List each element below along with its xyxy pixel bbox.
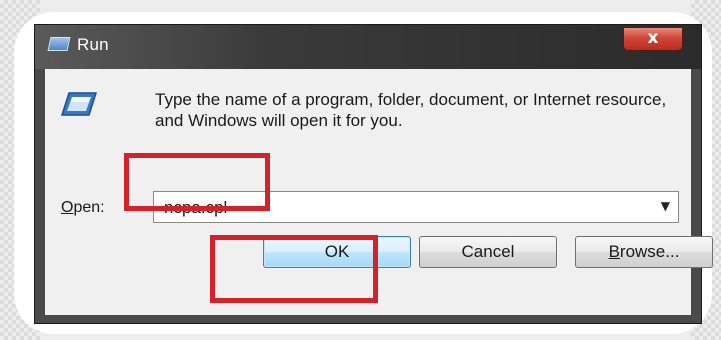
run-program-icon (61, 92, 97, 116)
run-window-icon (47, 37, 71, 51)
browse-button[interactable]: Browse... (575, 236, 713, 268)
open-label: Open: (61, 199, 105, 217)
ok-highlight-box (210, 235, 378, 303)
browse-accelerator: B (608, 242, 620, 261)
open-label-accelerator: O (61, 199, 74, 216)
chevron-down-icon[interactable]: ▼ (661, 199, 670, 213)
close-icon: x (647, 28, 659, 48)
cancel-button[interactable]: Cancel (419, 236, 557, 268)
close-button[interactable]: x (623, 27, 683, 51)
browse-label-text: rowse... (619, 242, 680, 261)
input-highlight-box (124, 153, 270, 211)
dialog-description: Type the name of a program, folder, docu… (155, 90, 667, 130)
window-title: Run (77, 35, 109, 54)
open-label-text: pen: (73, 199, 105, 216)
title-bar[interactable]: Run x (35, 25, 701, 69)
